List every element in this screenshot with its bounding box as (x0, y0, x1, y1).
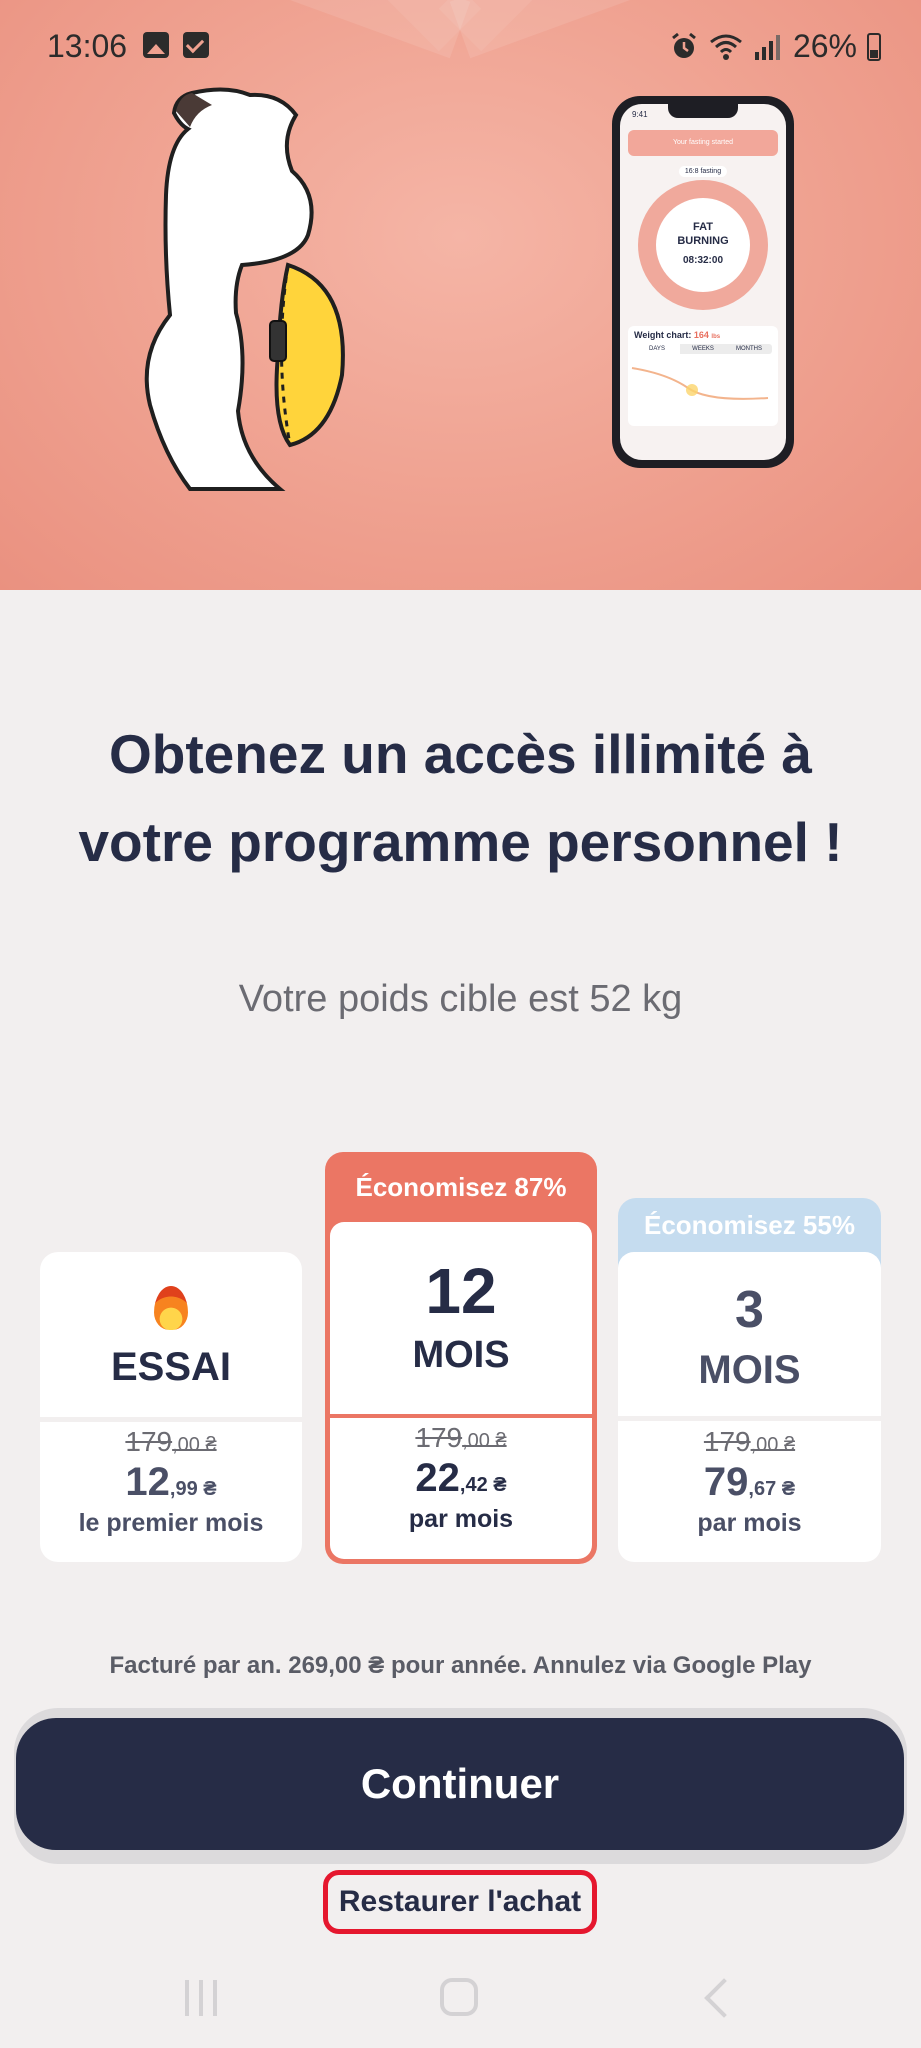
system-nav-bar (0, 1950, 921, 2048)
home-icon[interactable] (440, 1978, 478, 2016)
plan-card-trial[interactable]: ESSAI 179,00 ₴ 12,99 ₴ le premier mois (40, 1252, 302, 1562)
phone-weight-unit: lbs (711, 334, 721, 340)
plan-12-number: 12 (425, 1255, 497, 1327)
phone-tab-days: DAYS (634, 344, 680, 354)
plan-12-price: 22,42 ₴ (415, 1456, 507, 1500)
recents-icon[interactable] (185, 1980, 217, 2016)
plan-card-12-months[interactable]: Économisez 87% 12 MOIS 179,00 ₴ 22,42 ₴ … (325, 1152, 597, 1564)
page-title: Obtenez un accès illimité à votre progra… (0, 710, 921, 886)
battery-percentage: 26% (792, 28, 857, 64)
alarm-icon (672, 32, 696, 58)
phone-tab-weeks: WEEKS (692, 346, 714, 352)
phone-timer: 08:32:00 (682, 255, 724, 266)
phone-weight-chart: Weight chart: 164 lbs DAYS WEEKS MONTHS (628, 326, 778, 426)
restore-purchase-link[interactable]: Restaurer l'achat (323, 1870, 597, 1934)
target-weight-text: Votre poids cible est 52 kg (238, 978, 683, 1020)
billing-note: Facturé par an. 269,00 ₴ pour année. Ann… (109, 1652, 812, 1679)
phone-status-line2: BURNING (677, 235, 729, 247)
plan-trial-old-price: 179,00 ₴ (125, 1426, 217, 1457)
plan-3-price: 79,67 ₴ (703, 1460, 796, 1504)
hero-banner: 13:06 26% 9:41 Your fasting started 16:8… (0, 0, 921, 590)
plan-3-old-price: 179,00 ₴ (703, 1426, 796, 1457)
phone-fasting-ring: FAT BURNING 08:32:00 (638, 180, 768, 310)
phone-tab-months: MONTHS (736, 346, 762, 352)
plan-12-period: par mois (408, 1505, 514, 1533)
page-title-line1: Obtenez un accès illimité à (108, 723, 813, 785)
plan-trial-period: le premier mois (78, 1509, 264, 1537)
phone-fasting-banner: Your fasting started (628, 130, 778, 156)
image-icon (143, 32, 169, 58)
phone-fasting-chip: 16:8 fasting (678, 166, 728, 177)
status-time: 13:06 (47, 28, 128, 64)
wifi-icon (710, 34, 742, 60)
plan-3-savings-badge: Économisez 55% (644, 1210, 855, 1240)
check-icon (183, 32, 209, 58)
continue-button[interactable]: Continuer (16, 1718, 904, 1850)
app-preview-phone: 9:41 Your fasting started 16:8 fasting F… (612, 96, 794, 468)
phone-weight-value: 164 (693, 330, 709, 340)
page-title-line2: votre programme personnel ! (78, 811, 843, 873)
phone-weight-label: Weight chart: (634, 330, 692, 340)
phone-weight-curve (631, 367, 769, 400)
back-icon[interactable] (704, 1978, 744, 2018)
plan-12-old-price: 179,00 ₴ (415, 1422, 507, 1453)
plan-12-label: MOIS (412, 1334, 510, 1376)
plan-trial-price: 12,99 ₴ (125, 1460, 217, 1504)
battery-icon (867, 32, 881, 61)
plan-3-number: 3 (735, 1281, 764, 1339)
fire-icon (154, 1286, 188, 1330)
plan-12-savings-badge: Économisez 87% (355, 1172, 567, 1202)
phone-time: 9:41 (632, 110, 648, 119)
plan-card-3-months[interactable]: Économisez 55% 3 MOIS 179,00 ₴ 79,67 ₴ p… (618, 1198, 881, 1562)
status-bar: 13:06 26% (0, 20, 921, 72)
signal-icon (754, 34, 780, 60)
plan-3-period: par mois (697, 1509, 802, 1537)
phone-status-line1: FAT (693, 221, 713, 233)
body-silhouette-illustration (144, 87, 345, 491)
plan-3-label: MOIS (698, 1348, 801, 1392)
plan-trial-label: ESSAI (110, 1345, 232, 1389)
